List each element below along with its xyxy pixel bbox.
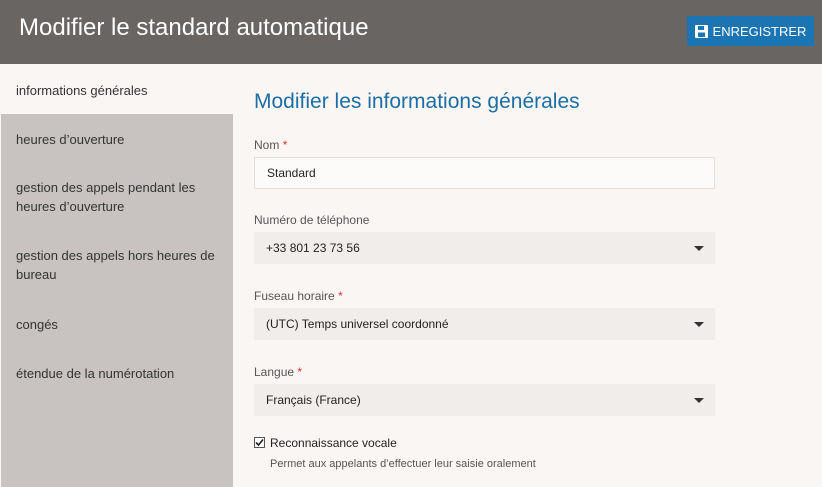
main-content: Modifier les informations générales Nom … [233, 64, 822, 487]
sidebar-item-label: étendue de la numérotation [16, 366, 175, 381]
required-asterisk: * [282, 138, 288, 152]
language-label: Langue * [254, 365, 303, 379]
sidebar-item-general-info[interactable]: informations générales [1, 64, 233, 114]
name-input-value: Standard [267, 166, 316, 180]
language-value: Français (France) [266, 393, 361, 407]
floppy-disk-icon [694, 24, 708, 38]
voice-recognition-checkbox[interactable] [254, 437, 265, 448]
header-bar: Modifier le standard automatique ENREGIS… [0, 0, 822, 64]
timezone-label: Fuseau horaire * [254, 289, 343, 303]
name-label: Nom * [254, 138, 288, 152]
sidebar-item-dial-scope[interactable]: étendue de la numérotation [1, 364, 233, 383]
checkmark-icon [255, 438, 264, 447]
chevron-down-icon [694, 246, 704, 251]
timezone-select[interactable]: (UTC) Temps universel coordonné [254, 308, 715, 340]
required-asterisk: * [297, 365, 303, 379]
language-select[interactable]: Français (France) [254, 384, 715, 416]
sidebar-item-holidays[interactable]: congés [1, 315, 233, 334]
sidebar-item-label: gestion des appels hors heures de bureau [16, 248, 215, 282]
voice-recognition-label: Reconnaissance vocale [270, 436, 397, 450]
voice-recognition-description: Permet aux appelants d’effectuer leur sa… [270, 458, 536, 470]
sidebar-nav: informations générales heures d’ouvertur… [1, 64, 233, 487]
sidebar-item-label: heures d’ouverture [16, 132, 125, 147]
chevron-down-icon [694, 322, 704, 327]
sidebar-item-label: informations générales [16, 83, 148, 98]
sidebar-item-label: congés [16, 317, 58, 332]
name-input[interactable]: Standard [254, 157, 715, 189]
phone-number-value: +33 801 23 73 56 [266, 241, 360, 255]
chevron-down-icon [694, 398, 704, 403]
sidebar-item-after-hours-call-handling[interactable]: gestion des appels hors heures de bureau [1, 246, 233, 284]
sidebar-item-business-hours-call-handling[interactable]: gestion des appels pendant les heures d’… [1, 178, 233, 216]
phone-label: Numéro de téléphone [254, 213, 370, 227]
save-button[interactable]: ENREGISTRER [687, 16, 814, 46]
sidebar-item-opening-hours[interactable]: heures d’ouverture [1, 130, 233, 149]
phone-number-select[interactable]: +33 801 23 73 56 [254, 232, 715, 264]
save-button-label: ENREGISTRER [712, 23, 807, 39]
page-header-title: Modifier le standard automatique [19, 14, 369, 41]
section-title: Modifier les informations générales [254, 90, 580, 113]
required-asterisk: * [338, 289, 343, 303]
timezone-value: (UTC) Temps universel coordonné [266, 317, 449, 331]
sidebar-item-label: gestion des appels pendant les heures d’… [16, 180, 196, 214]
